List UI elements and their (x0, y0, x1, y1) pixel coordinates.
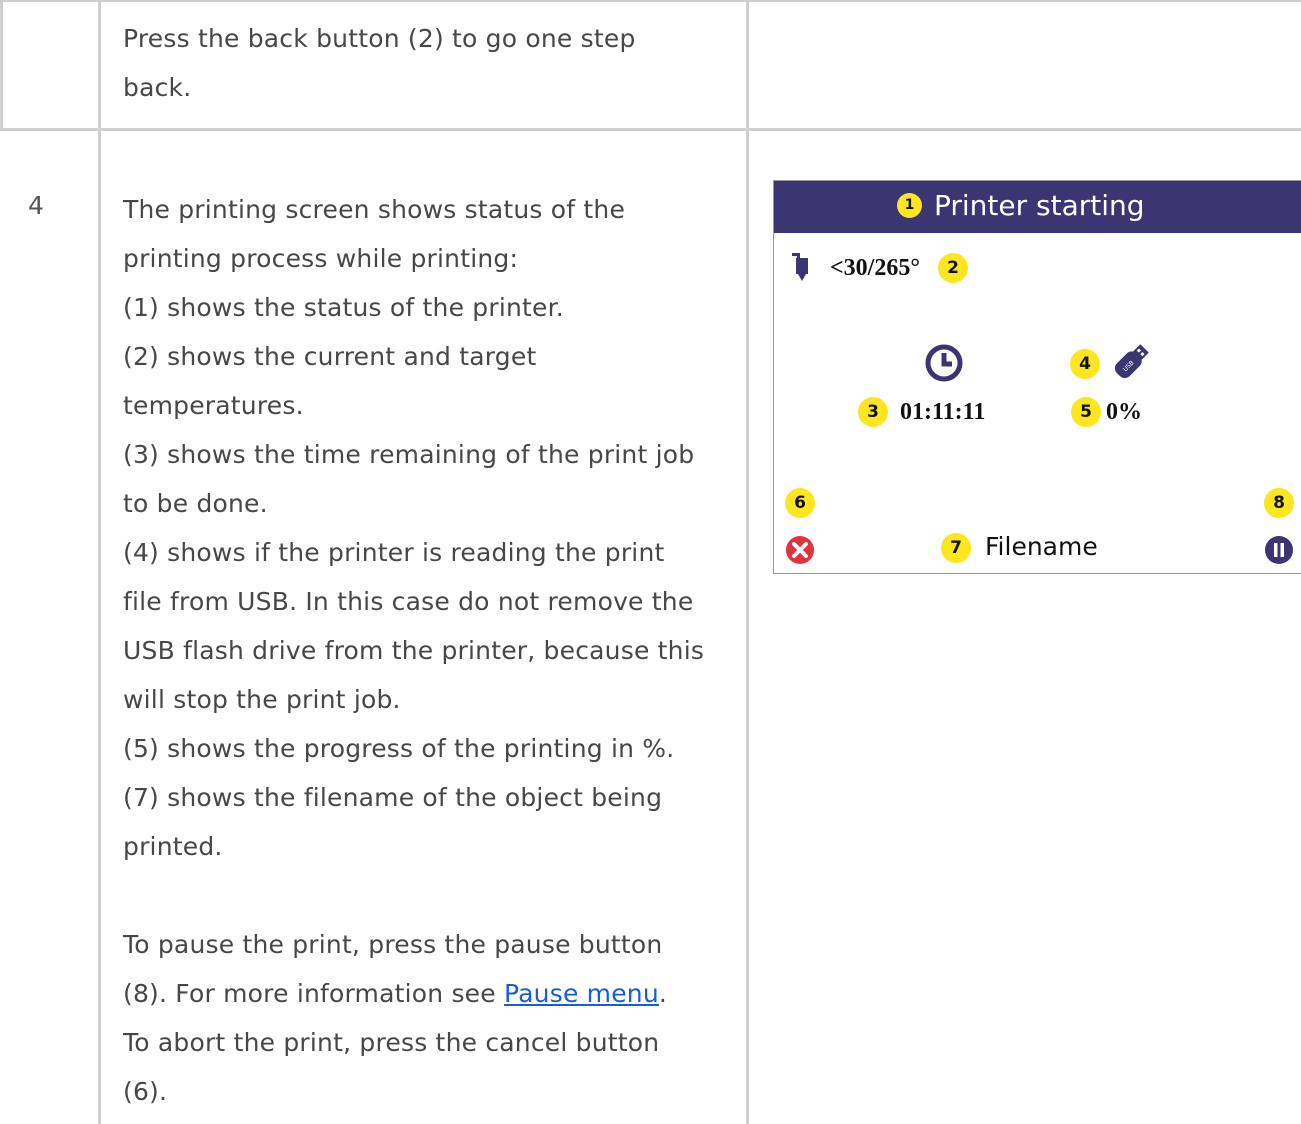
text-line: printed. (123, 832, 223, 861)
text-line: (2) shows the current and target (123, 342, 537, 371)
badge-1: 1 (897, 193, 922, 218)
table-top-border (0, 0, 1301, 2)
filename-label: Filename (985, 532, 1098, 561)
table-border-left (0, 0, 3, 130)
text-line: (8). For more information see Pause menu… (123, 969, 733, 1018)
text-line: The printing screen shows status of the (123, 195, 626, 224)
text-line: (3) shows the time remaining of the prin… (123, 440, 695, 469)
printer-screen-illustration: 1 Printer starting <30/265° 2 4 USB 3 01… (773, 180, 1301, 574)
screen-header: 1 Printer starting (774, 181, 1301, 233)
step-number: 4 (28, 191, 44, 220)
printer-status-title: Printer starting (934, 189, 1145, 222)
badge-5: 5 (1071, 397, 1101, 427)
text-line: To pause the print, press the pause butt… (123, 930, 663, 959)
text-line: (5) shows the progress of the printing i… (123, 734, 675, 763)
badge-6: 6 (785, 488, 815, 518)
text-line: (7) shows the filename of the object bei… (123, 783, 663, 812)
text-line: will stop the print job. (123, 685, 401, 714)
text-fragment: . (658, 979, 668, 1008)
clock-icon (925, 344, 963, 382)
badge-4: 4 (1070, 349, 1100, 379)
previous-step-text: Press the back button (2) to go one step… (123, 14, 636, 112)
badge-3: 3 (858, 397, 888, 427)
table-column-divider-1 (98, 0, 101, 1124)
text-line: temperatures. (123, 391, 304, 420)
pause-icon[interactable] (1264, 535, 1294, 565)
cancel-icon[interactable] (785, 535, 815, 565)
text-fragment: (8). For more information see (123, 979, 504, 1008)
nozzle-icon (792, 253, 808, 281)
text-line: to be done. (123, 489, 268, 518)
text-line: Press the back button (2) to go one step (123, 24, 636, 53)
step-4-description: The printing screen shows status of the … (123, 185, 733, 1116)
badge-8: 8 (1264, 488, 1294, 518)
text-line: printing process while printing: (123, 244, 519, 273)
text-line: (6). (123, 1077, 168, 1106)
text-line: USB flash drive from the printer, becaus… (123, 636, 705, 665)
table-column-divider-2 (746, 0, 749, 1124)
pause-menu-link[interactable]: Pause menu (504, 979, 659, 1008)
text-line: (4) shows if the printer is reading the … (123, 538, 665, 567)
time-remaining: 01:11:11 (900, 399, 986, 425)
temperature-readout: <30/265° (830, 255, 920, 281)
text-line: (1) shows the status of the printer. (123, 293, 564, 322)
text-line: To abort the print, press the cancel but… (123, 1028, 660, 1057)
text-line: file from USB. In this case do not remov… (123, 587, 694, 616)
table-row-divider (0, 128, 1301, 131)
text-line: back. (123, 73, 192, 102)
progress-percent: 0% (1106, 399, 1142, 425)
badge-7: 7 (941, 533, 971, 563)
badge-2: 2 (938, 253, 968, 283)
usb-drive-icon: USB (1114, 344, 1149, 379)
